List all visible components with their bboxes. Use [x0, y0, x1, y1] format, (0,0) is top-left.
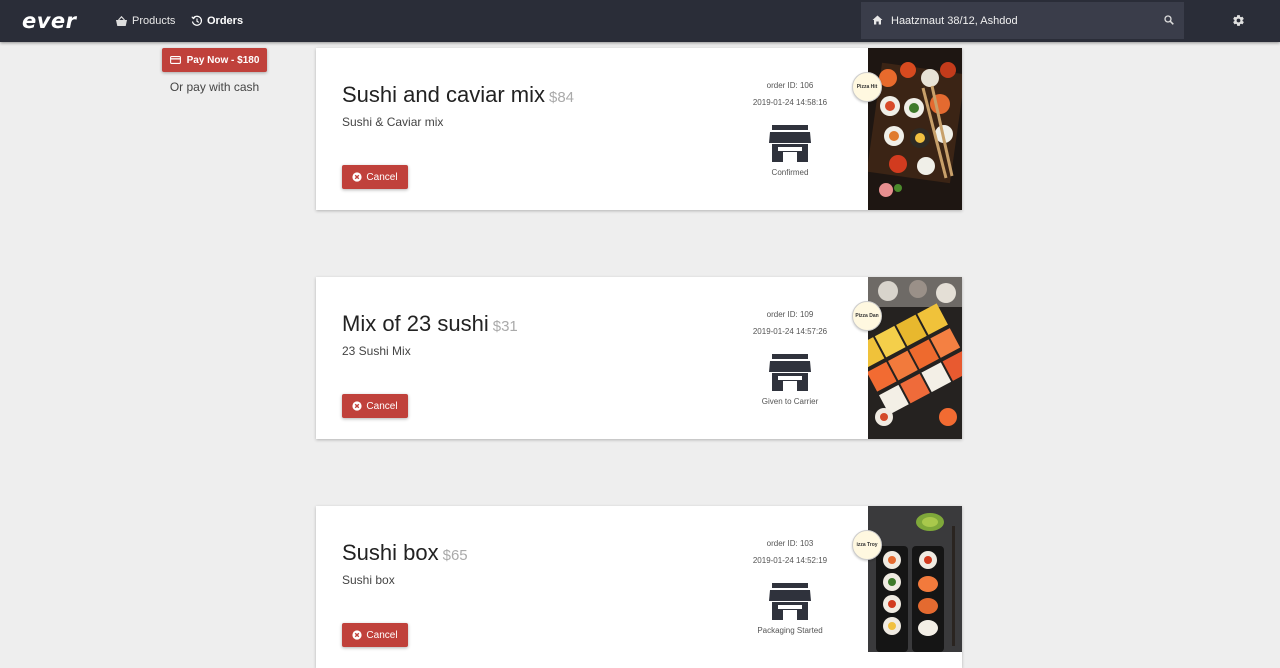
product-image: [868, 277, 962, 439]
cancel-label: Cancel: [366, 629, 398, 641]
order-title-row: Sushi and caviar mix $84: [342, 82, 574, 108]
address-text[interactable]: Haatzmaut 38/12, Ashdod: [891, 15, 1018, 27]
order-date: 2019-01-24 14:57:26: [752, 327, 828, 336]
cancel-label: Cancel: [366, 400, 398, 412]
order-description: Sushi & Caviar mix: [342, 115, 444, 129]
order-title: Sushi and caviar mix: [342, 82, 545, 107]
address-search-bar[interactable]: Haatzmaut 38/12, Ashdod: [861, 2, 1184, 39]
order-id: order ID: 109: [766, 310, 814, 319]
store-icon: [769, 583, 811, 620]
cancel-circle-icon: [352, 630, 363, 640]
nav-orders[interactable]: Orders: [191, 13, 243, 29]
order-price: $31: [492, 318, 518, 335]
product-image: [868, 48, 962, 210]
search-icon[interactable]: [1164, 15, 1174, 25]
nav-products[interactable]: Products: [115, 13, 175, 29]
store-badge: Pizza Dan: [852, 301, 882, 331]
sushi-mix-photo: [868, 277, 962, 439]
order-description: Sushi box: [342, 573, 395, 587]
order-card: Mix of 23 sushi $31 23 Sushi Mix Cancel o…: [316, 277, 962, 439]
store-badge: izza Troy: [852, 530, 882, 560]
pay-now-label: Pay Now - $180: [186, 54, 260, 66]
product-image: [868, 506, 962, 668]
sushi-box-photo: [868, 506, 962, 652]
cancel-order-button[interactable]: Cancel: [342, 394, 408, 418]
top-navbar: ever Products Orders Haatzmaut 38/12, As…: [0, 0, 1280, 42]
store-icon: [769, 354, 811, 391]
order-title: Sushi box: [342, 540, 439, 565]
order-status: Confirmed: [771, 168, 809, 177]
cancel-circle-icon: [352, 172, 363, 182]
pay-now-button[interactable]: Pay Now - $180: [162, 48, 267, 72]
order-status: Given to Carrier: [761, 397, 819, 406]
basket-icon: [116, 15, 127, 26]
order-date: 2019-01-24 14:58:16: [752, 98, 828, 107]
nav-orders-label: Orders: [207, 15, 244, 27]
order-title-row: Mix of 23 sushi $31: [342, 311, 518, 337]
order-id: order ID: 103: [766, 539, 814, 548]
cancel-label: Cancel: [366, 171, 398, 183]
sushi-caviar-photo: [868, 48, 962, 210]
order-price: $65: [442, 547, 468, 564]
cancel-order-button[interactable]: Cancel: [342, 165, 408, 189]
store-badge: Pizza Hit: [852, 72, 882, 102]
history-icon: [191, 15, 203, 26]
order-card: Sushi box $65 Sushi box Cancel order ID: …: [316, 506, 962, 668]
pay-with-cash-link[interactable]: Or pay with cash: [162, 80, 267, 94]
cancel-circle-icon: [352, 401, 363, 411]
home-icon: [872, 15, 883, 25]
order-status: Packaging Started: [757, 626, 823, 635]
cancel-order-button[interactable]: Cancel: [342, 623, 408, 647]
nav-products-label: Products: [132, 15, 176, 27]
order-title-row: Sushi box $65: [342, 540, 468, 566]
credit-card-icon: [169, 56, 181, 64]
gear-icon[interactable]: [1232, 14, 1245, 27]
order-id: order ID: 106: [766, 81, 814, 90]
order-title: Mix of 23 sushi: [342, 311, 489, 336]
app-logo[interactable]: ever: [22, 10, 77, 32]
order-price: $84: [548, 89, 575, 106]
order-description: 23 Sushi Mix: [342, 344, 411, 358]
store-icon: [769, 125, 811, 162]
order-date: 2019-01-24 14:52:19: [752, 556, 828, 565]
order-card: Sushi and caviar mix $84 Sushi & Caviar m…: [316, 48, 962, 210]
